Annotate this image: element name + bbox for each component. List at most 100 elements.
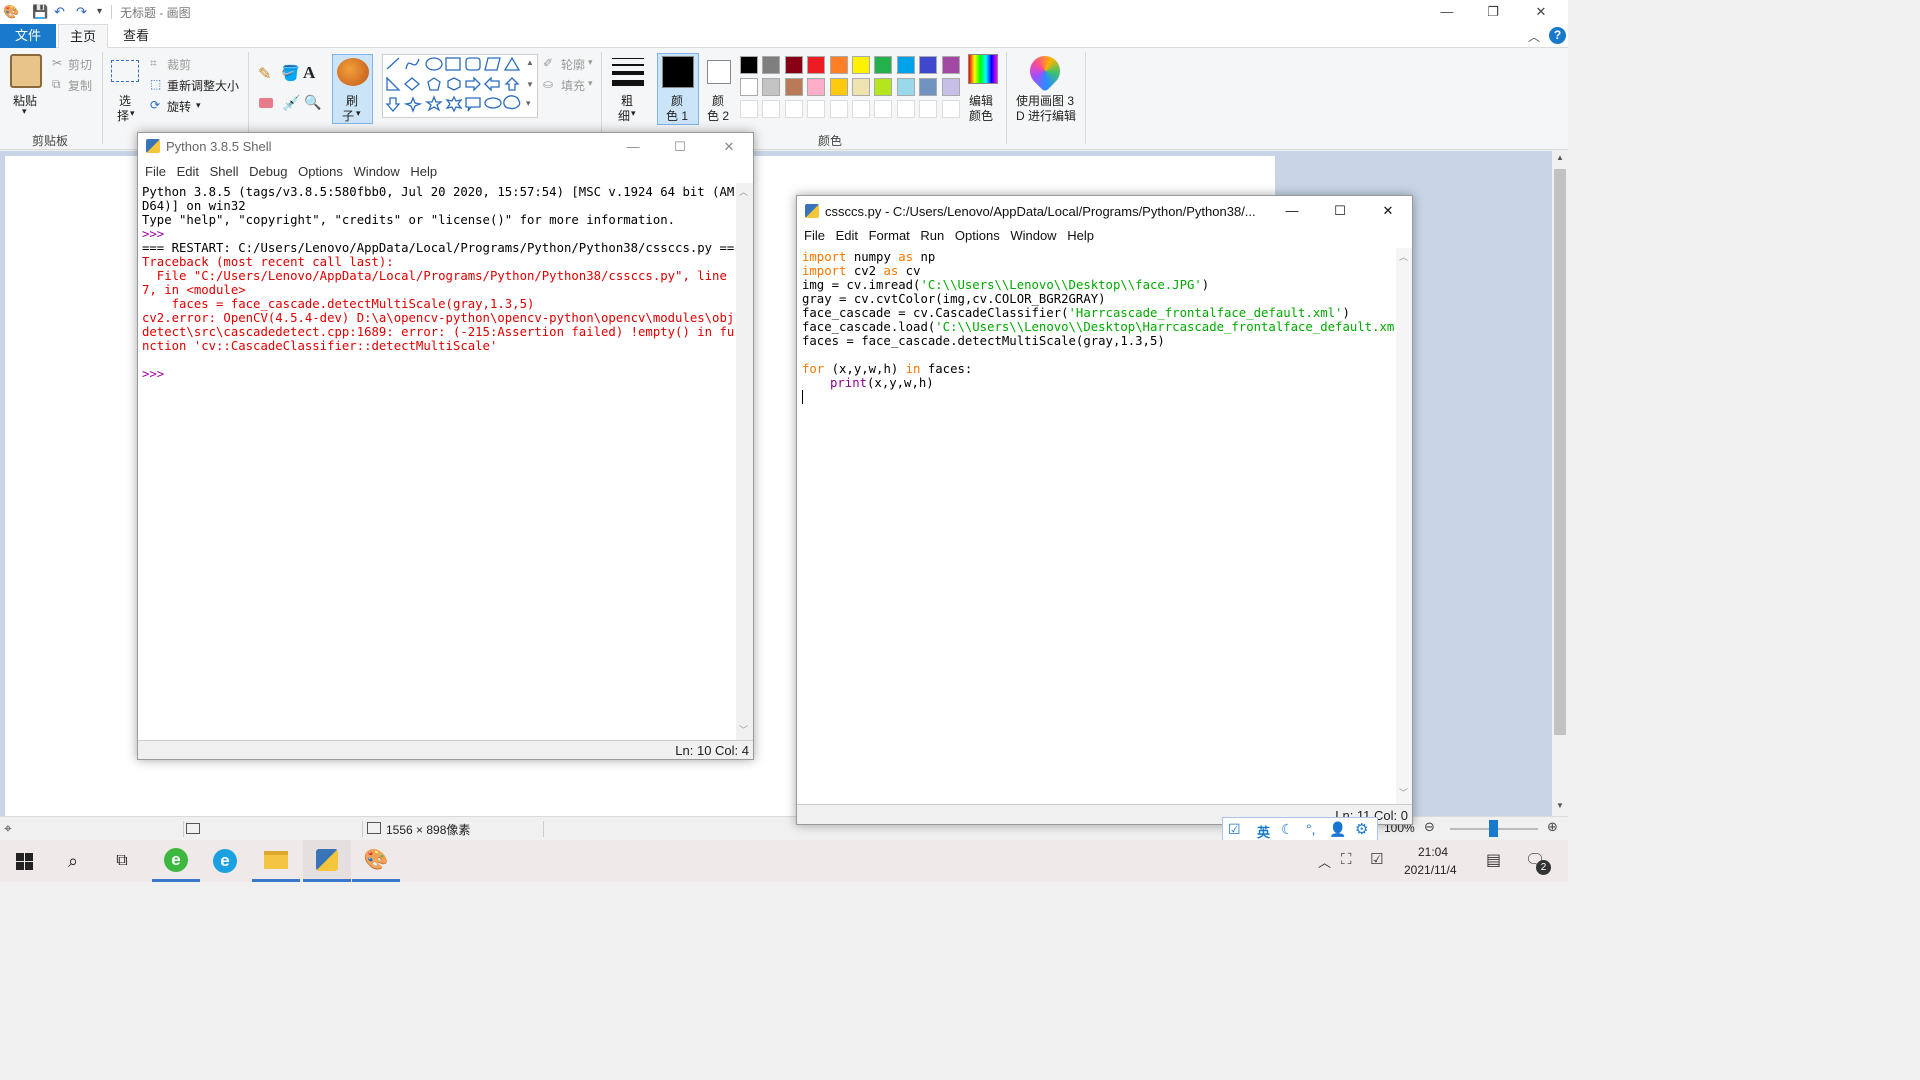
editor-menu-run[interactable]: Run — [920, 228, 944, 243]
palette-color-swatch[interactable] — [896, 78, 915, 96]
shell-menu-shell[interactable]: Shell — [210, 164, 239, 179]
ime-settings-icon[interactable]: ⚙ — [1355, 820, 1368, 838]
shapes-icons[interactable] — [384, 56, 526, 116]
palette-color-swatch[interactable] — [829, 78, 848, 96]
palette-color-swatch[interactable] — [919, 56, 938, 74]
palette-color-swatch[interactable] — [874, 56, 893, 74]
zoom-in-icon[interactable]: ⊕ — [1547, 819, 1558, 835]
select-dropdown-icon[interactable]: ▾ — [130, 108, 135, 119]
canvas-scrollbar[interactable]: ▲ ▼ — [1552, 151, 1568, 816]
paint3d-icon[interactable] — [1023, 49, 1067, 93]
outline-dropdown-icon[interactable]: ▾ — [588, 57, 593, 68]
save-icon[interactable]: 💾 — [32, 4, 48, 20]
zoom-slider-thumb[interactable] — [1489, 820, 1498, 837]
minimize-button[interactable]: — — [1424, 0, 1470, 24]
edit-colors-label-2[interactable]: 颜色 — [969, 107, 993, 124]
task-view-icon[interactable]: ⧉ — [98, 840, 146, 882]
customize-qa-icon[interactable]: ▾ — [97, 6, 102, 17]
action-center-icon[interactable]: ▤ — [1486, 850, 1501, 870]
edit-colors-icon[interactable] — [968, 54, 998, 84]
zoom-out-icon[interactable]: ⊖ — [1424, 819, 1435, 835]
shell-close-button[interactable]: ✕ — [706, 135, 752, 159]
outline-button[interactable]: 轮廓 — [561, 56, 585, 73]
palette-custom-swatch[interactable] — [896, 100, 915, 118]
fill-button[interactable]: 填充 — [561, 77, 585, 94]
select-icon[interactable] — [111, 60, 139, 82]
network-icon[interactable]: ⛶ — [1341, 851, 1352, 868]
shell-menu-help[interactable]: Help — [410, 164, 437, 179]
clock-date[interactable]: 2021/11/4 — [1404, 863, 1457, 877]
magnifier-icon[interactable]: 🔍 — [304, 94, 321, 111]
text-icon[interactable]: A — [303, 63, 315, 83]
palette-color-swatch[interactable] — [941, 56, 960, 74]
taskbar-paint[interactable]: 🎨 — [352, 840, 400, 882]
palette-custom-swatch[interactable] — [784, 100, 803, 118]
taskbar-ie[interactable]: e — [201, 840, 249, 882]
editor-minimize-button[interactable]: — — [1269, 199, 1315, 223]
paste-dropdown-icon[interactable]: ▾ — [22, 106, 27, 117]
shell-maximize-button[interactable]: ☐ — [657, 135, 703, 159]
palette-custom-swatch[interactable] — [874, 100, 893, 118]
scroll-up-icon[interactable]: ︿ — [1399, 250, 1408, 263]
clock-time[interactable]: 21:04 — [1418, 845, 1448, 859]
editor-menu-window[interactable]: Window — [1010, 228, 1056, 243]
palette-color-swatch[interactable] — [852, 78, 870, 96]
palette-custom-swatch[interactable] — [740, 100, 758, 118]
editor-menu-options[interactable]: Options — [955, 228, 1000, 243]
palette-color-swatch[interactable] — [740, 56, 758, 74]
shell-output[interactable]: Python 3.8.5 (tags/v3.8.5:580fbb0, Jul 2… — [138, 183, 736, 740]
taskbar-file-explorer[interactable] — [252, 840, 300, 882]
scroll-down-icon[interactable]: ﹀ — [1399, 786, 1408, 799]
palette-custom-swatch[interactable] — [919, 100, 938, 118]
palette-custom-swatch[interactable] — [762, 100, 781, 118]
palette-color-swatch[interactable] — [896, 56, 915, 74]
crop-button[interactable]: 裁剪 — [167, 56, 191, 73]
cut-button[interactable]: 剪切 — [68, 56, 92, 73]
size-label-2[interactable]: 细 — [618, 107, 630, 124]
palette-color-swatch[interactable] — [762, 78, 781, 96]
scroll-down-icon[interactable]: ▼ — [1556, 801, 1564, 810]
scroll-thumb[interactable] — [1554, 169, 1566, 735]
rotate-button[interactable]: 旋转 — [167, 98, 191, 115]
color-picker-icon[interactable]: 💉 — [282, 94, 301, 112]
shapes-scroll-up-icon[interactable]: ▲ — [526, 58, 534, 67]
eraser-icon[interactable] — [259, 98, 273, 108]
tab-home[interactable]: 主页 — [58, 24, 108, 49]
brushes-dropdown-icon[interactable]: ▾ — [356, 108, 361, 119]
editor-menu-help[interactable]: Help — [1067, 228, 1094, 243]
shell-menu-window[interactable]: Window — [354, 164, 400, 179]
shell-menu-edit[interactable]: Edit — [177, 164, 199, 179]
shapes-more-icon[interactable]: ▾ — [526, 98, 531, 109]
color2-swatch[interactable] — [707, 60, 731, 84]
shell-minimize-button[interactable]: — — [610, 135, 656, 159]
punctuation-icon[interactable]: °, — [1306, 821, 1316, 837]
ime-language-toggle[interactable]: 英 — [1257, 822, 1270, 841]
shell-menu-debug[interactable]: Debug — [249, 164, 287, 179]
tab-file[interactable]: 文件 — [0, 24, 56, 48]
paint3d-label-2[interactable]: D 进行编辑 — [1016, 107, 1076, 124]
palette-color-swatch[interactable] — [941, 78, 960, 96]
pencil-icon[interactable]: ✎ — [258, 64, 271, 84]
palette-custom-swatch[interactable] — [941, 100, 960, 118]
paste-icon[interactable] — [10, 54, 42, 88]
scroll-up-icon[interactable]: ︿ — [739, 185, 748, 198]
scroll-up-icon[interactable]: ▲ — [1556, 153, 1564, 162]
editor-maximize-button[interactable]: ☐ — [1317, 199, 1363, 223]
palette-color-swatch[interactable] — [762, 56, 781, 74]
palette-color-swatch[interactable] — [784, 56, 803, 74]
palette-color-swatch[interactable] — [807, 78, 826, 96]
half-width-icon[interactable]: ☾ — [1281, 821, 1294, 838]
palette-color-swatch[interactable] — [807, 56, 826, 74]
palette-custom-swatch[interactable] — [807, 100, 826, 118]
fill-dropdown-icon[interactable]: ▾ — [588, 78, 593, 89]
palette-color-swatch[interactable] — [874, 78, 893, 96]
help-icon[interactable]: ? — [1549, 27, 1566, 44]
size-icon[interactable] — [612, 58, 644, 86]
copy-button[interactable]: 复制 — [68, 77, 92, 94]
ime-switch-icon[interactable]: ☑ — [1228, 821, 1241, 838]
undo-icon[interactable]: ↶ — [54, 4, 65, 20]
palette-color-swatch[interactable] — [919, 78, 938, 96]
editor-scrollbar[interactable]: ︿ ﹀ — [1396, 248, 1412, 804]
palette-color-swatch[interactable] — [740, 78, 758, 96]
user-icon[interactable]: 👤 — [1329, 821, 1346, 838]
